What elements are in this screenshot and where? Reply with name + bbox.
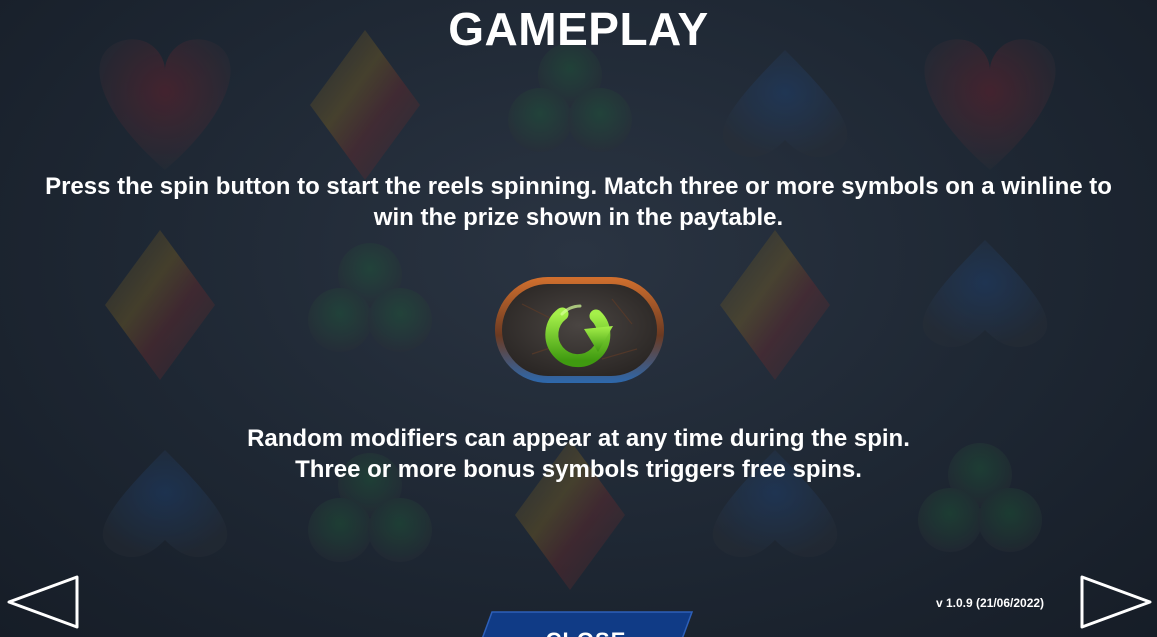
close-button-label: CLOSE <box>478 628 694 637</box>
left-arrow-icon <box>7 575 79 629</box>
paytable-page: GAMEPLAY Press the spin button to start … <box>0 0 1157 637</box>
modifiers-text: Random modifiers can appear at any time … <box>40 423 1117 485</box>
modifiers-line: Random modifiers can appear at any time … <box>247 425 910 452</box>
previous-page-button[interactable] <box>5 574 81 630</box>
page-title: GAMEPLAY <box>448 3 709 55</box>
spin-instructions-text: Press the spin button to start the reels… <box>45 173 1112 231</box>
right-arrow-icon <box>1080 575 1152 629</box>
free-spins-line: Three or more bonus symbols triggers fre… <box>295 456 862 483</box>
next-page-button[interactable] <box>1078 574 1154 630</box>
spin-button-illustration <box>495 277 664 383</box>
version-label: v 1.0.9 (21/06/2022) <box>935 596 1045 610</box>
